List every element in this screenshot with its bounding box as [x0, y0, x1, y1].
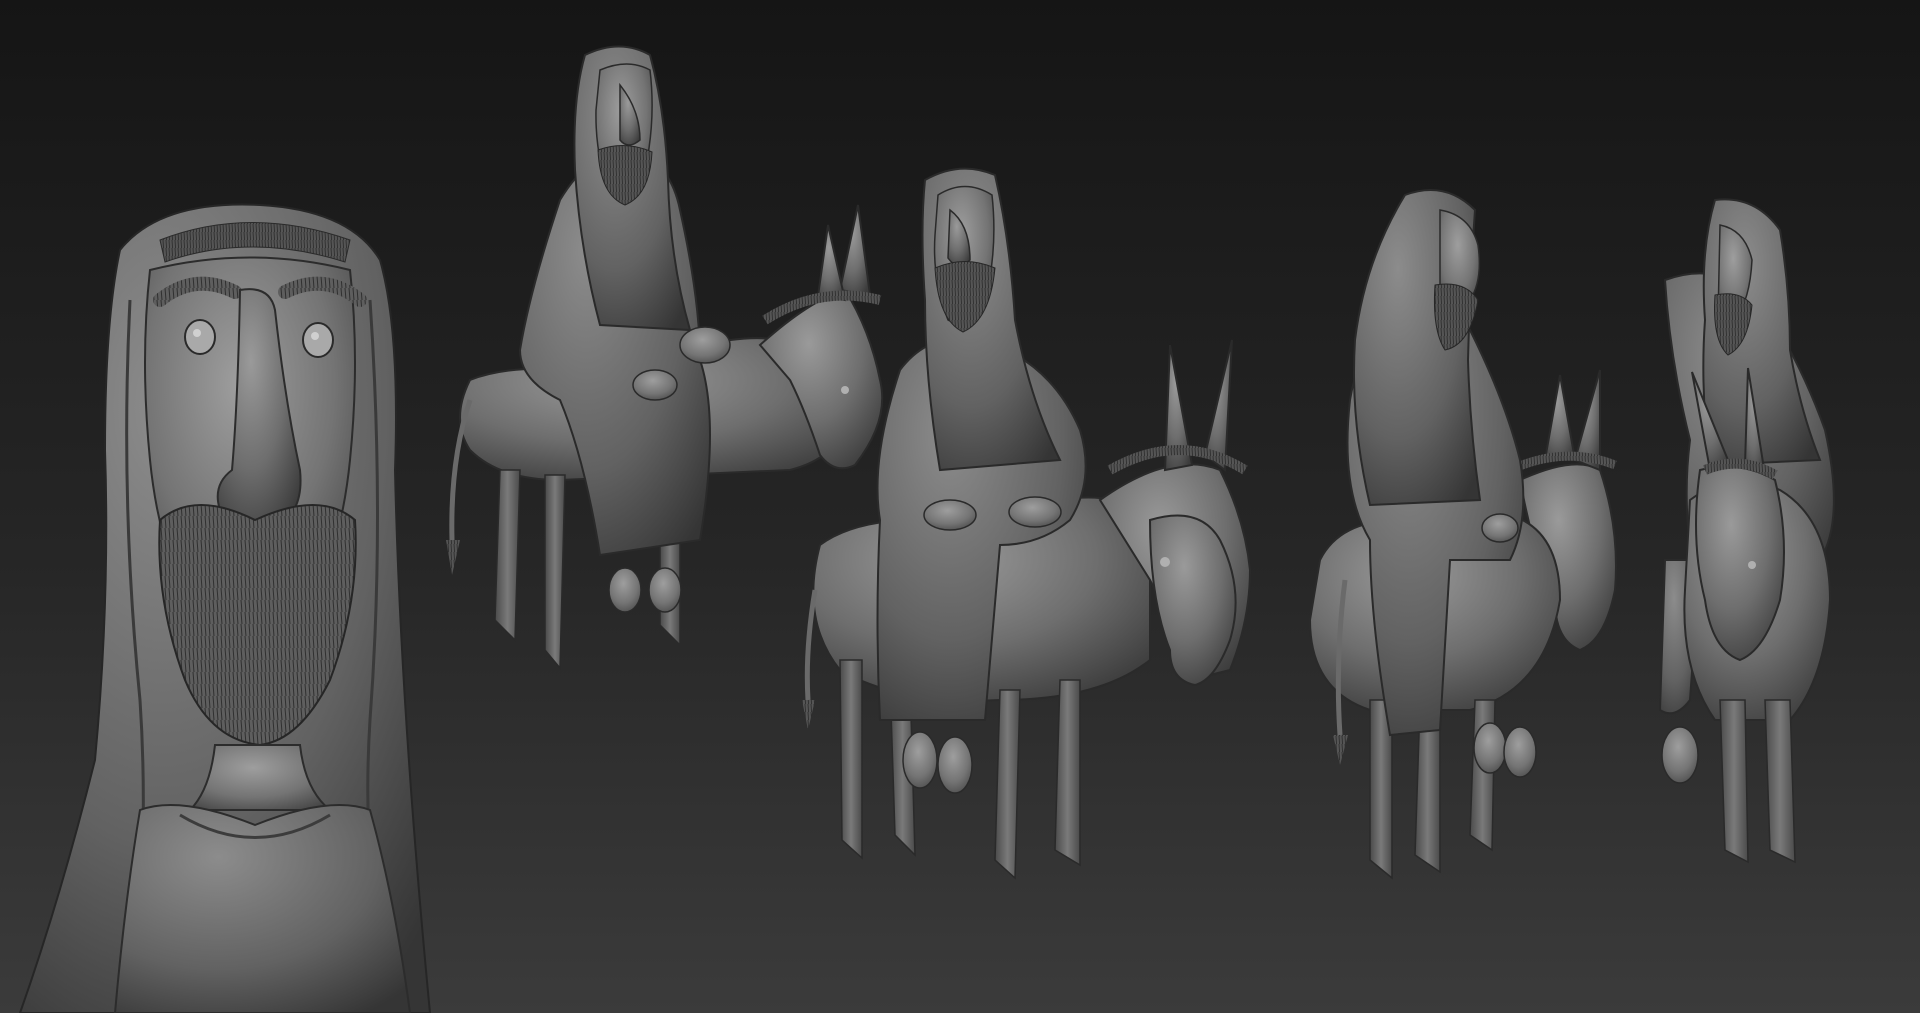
- sculpt-viewport: [0, 0, 1920, 1013]
- render-canvas: [0, 0, 1920, 1013]
